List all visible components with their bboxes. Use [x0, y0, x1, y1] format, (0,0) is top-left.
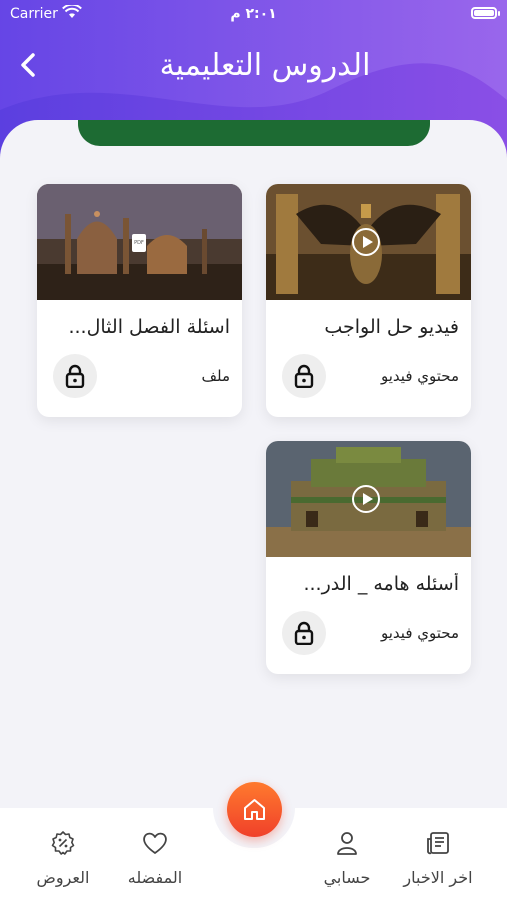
- home-button[interactable]: [227, 782, 282, 837]
- tab-account-label: حسابي: [323, 868, 371, 887]
- lesson-type: ملف: [201, 367, 230, 385]
- tab-news-label: اخر الاخبار: [403, 868, 473, 887]
- status-time: ٢:٠١ م: [230, 6, 277, 22]
- page-title: الدروس التعليمية: [159, 48, 371, 83]
- lesson-title: فيديو حل الواجب: [324, 316, 459, 338]
- lock-button[interactable]: [282, 354, 326, 398]
- pdf-icon: PDF: [132, 234, 146, 252]
- discount-icon: [51, 831, 75, 855]
- lesson-card[interactable]: أسئله هامه _ الدر... محتوي فيديو: [266, 441, 471, 674]
- tab-news[interactable]: اخر الاخبار: [388, 828, 488, 887]
- tab-offers-label: العروض: [36, 868, 90, 887]
- chevron-left-icon: [21, 53, 35, 77]
- lesson-title: أسئله هامه _ الدر...: [303, 573, 459, 595]
- tab-offers[interactable]: العروض: [13, 828, 113, 887]
- banner-text: ...: [78, 120, 430, 124]
- lesson-type: محتوي فيديو: [381, 624, 459, 642]
- lesson-thumbnail: PDF: [37, 184, 242, 300]
- play-icon[interactable]: [352, 485, 380, 513]
- heart-icon: [143, 832, 167, 854]
- banner[interactable]: ...: [78, 120, 430, 146]
- lock-icon: [65, 364, 85, 388]
- status-bar: Carrier ٢:٠١ م: [0, 0, 507, 30]
- lock-icon: [294, 364, 314, 388]
- news-icon: [427, 832, 449, 855]
- tab-favorites-label: المفضله: [127, 868, 183, 887]
- lesson-thumbnail: [266, 441, 471, 557]
- lock-icon: [294, 621, 314, 645]
- user-icon: [337, 832, 357, 855]
- lesson-card[interactable]: PDF اسئلة الفصل الثال... ملف: [37, 184, 242, 417]
- lesson-thumbnail: [266, 184, 471, 300]
- lock-button[interactable]: [53, 354, 97, 398]
- play-icon[interactable]: [352, 228, 380, 256]
- tab-favorites[interactable]: المفضله: [105, 828, 205, 887]
- lesson-type: محتوي فيديو: [381, 367, 459, 385]
- back-button[interactable]: [14, 50, 44, 80]
- home-icon: [244, 799, 265, 820]
- lesson-title: اسئلة الفصل الثال...: [68, 316, 230, 338]
- lock-button[interactable]: [282, 611, 326, 655]
- tab-account[interactable]: حسابي: [297, 828, 397, 887]
- lesson-card[interactable]: فيديو حل الواجب محتوي فيديو: [266, 184, 471, 417]
- battery-icon: [471, 7, 500, 19]
